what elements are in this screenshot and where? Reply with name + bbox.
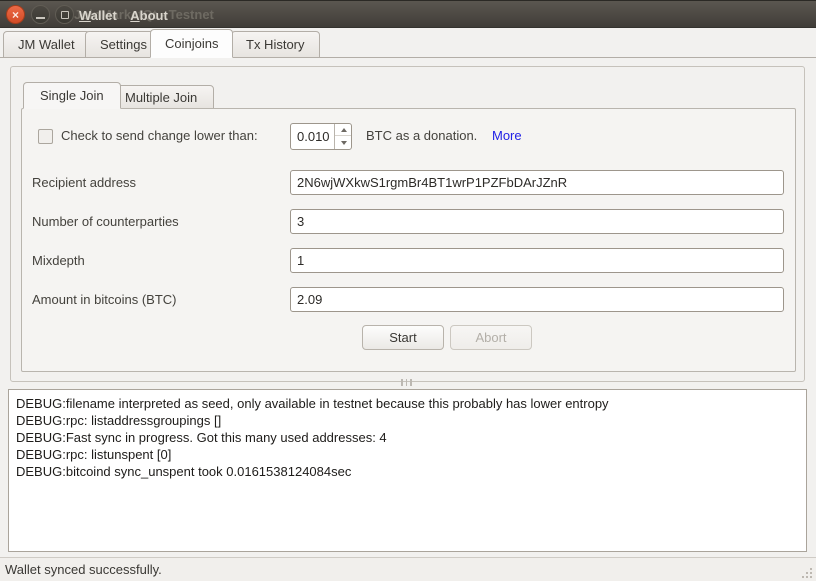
counterparties-input[interactable]	[290, 209, 784, 234]
log-line: DEBUG:rpc: listaddressgroupings []	[16, 412, 799, 429]
tab-tx-history[interactable]: Tx History	[231, 31, 320, 58]
mixdepth-label: Mixdepth	[32, 253, 85, 268]
form-row-mixdepth: Mixdepth	[22, 248, 795, 273]
maximize-icon	[61, 11, 69, 19]
log-line: DEBUG:rpc: listunspent [0]	[16, 446, 799, 463]
counterparties-label: Number of counterparties	[32, 214, 179, 229]
titlebar[interactable]: × JoinMarketQt - Testnet Wallet About	[0, 0, 816, 28]
minimize-button[interactable]	[31, 5, 50, 24]
log-line: DEBUG:bitcoind sync_unspent took 0.01615…	[16, 463, 799, 480]
spin-down-button[interactable]	[335, 137, 352, 149]
splitter[interactable]	[0, 376, 816, 388]
mixdepth-input[interactable]	[290, 248, 784, 273]
donation-amount-input[interactable]	[291, 124, 335, 149]
donation-row: Check to send change lower than: BTC as …	[22, 123, 795, 151]
abort-button[interactable]: Abort	[450, 325, 532, 350]
spin-up-button[interactable]	[335, 124, 352, 136]
status-message: Wallet synced successfully.	[5, 562, 162, 577]
subtab-multiple-join[interactable]: Multiple Join	[108, 85, 214, 109]
debug-log[interactable]: DEBUG:filename interpreted as seed, only…	[8, 389, 807, 552]
spin-buttons	[334, 124, 351, 149]
form-row-amount: Amount in bitcoins (BTC)	[22, 287, 795, 312]
recipient-address-input[interactable]	[290, 170, 784, 195]
donation-checkbox[interactable]	[38, 129, 53, 144]
menubar: Wallet About	[79, 7, 177, 25]
donation-label: Check to send change lower than:	[61, 128, 258, 143]
minimize-icon	[36, 17, 45, 19]
donation-suffix: BTC as a donation.	[366, 128, 477, 143]
tab-pane-border	[0, 57, 816, 58]
log-line: DEBUG:filename interpreted as seed, only…	[16, 395, 799, 412]
amount-input[interactable]	[290, 287, 784, 312]
arrow-down-icon	[341, 141, 347, 145]
form-row-recipient: Recipient address	[22, 170, 795, 195]
form-row-counterparties: Number of counterparties	[22, 209, 795, 234]
log-line: DEBUG:Fast sync in progress. Got this ma…	[16, 429, 799, 446]
arrow-up-icon	[341, 128, 347, 132]
splitter-handle-icon[interactable]	[401, 379, 416, 386]
donation-amount-spinbox	[290, 123, 352, 150]
coinjoin-groupbox: Single Join Multiple Join Check to send …	[10, 66, 805, 382]
close-button[interactable]: ×	[6, 5, 25, 24]
main-tabbar: JM Wallet Settings Coinjoins Tx History	[0, 29, 816, 58]
start-button[interactable]: Start	[362, 325, 444, 350]
menu-about[interactable]: About	[130, 8, 168, 23]
recipient-address-label: Recipient address	[32, 175, 136, 190]
subtab-single-join[interactable]: Single Join	[23, 82, 121, 109]
menu-wallet[interactable]: Wallet	[79, 8, 117, 23]
app-window: × JoinMarketQt - Testnet Wallet About JM…	[0, 0, 816, 581]
maximize-button[interactable]	[55, 5, 74, 24]
tab-coinjoins[interactable]: Coinjoins	[150, 29, 233, 58]
more-link[interactable]: More	[492, 128, 522, 143]
tab-jm-wallet[interactable]: JM Wallet	[3, 31, 90, 58]
amount-label: Amount in bitcoins (BTC)	[32, 292, 177, 307]
single-join-pane: Check to send change lower than: BTC as …	[21, 108, 796, 372]
statusbar: Wallet synced successfully.	[0, 557, 816, 581]
resize-grip-icon[interactable]	[802, 568, 804, 570]
